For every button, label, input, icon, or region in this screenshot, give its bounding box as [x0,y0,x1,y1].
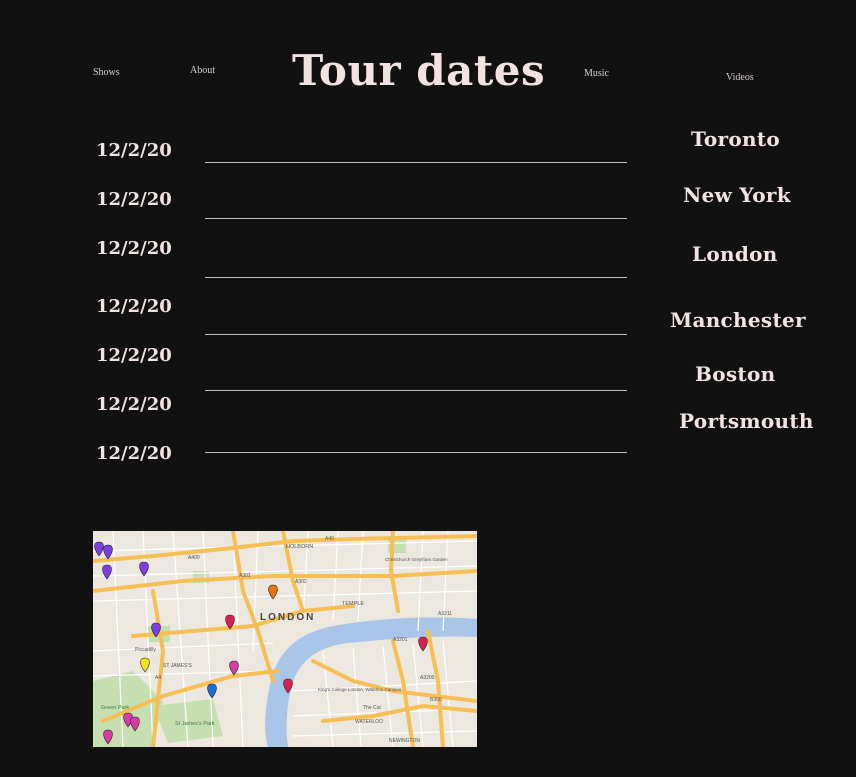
map-label-kings-college: King's College London, Waterloo Campus [318,687,402,692]
road-a3211: A3211 [438,611,452,617]
map-label-newington: NEWINGTON [389,738,420,744]
divider [205,390,627,391]
map-label-christchurch: Christchurch Greyfriars Garden [385,557,448,562]
road-b300: B300 [430,697,442,703]
map-label-waterloo: WATERLOO [355,719,383,725]
divider [205,162,627,163]
divider [205,334,627,335]
page-title: Tour dates [292,46,546,95]
road-a3201: A3201 [393,637,408,643]
tour-city: New York [683,183,791,207]
map-label-st-james: ST JAMES'S [163,663,192,669]
map-label-temple: TEMPLE [342,601,364,607]
divider [205,218,627,219]
tour-date: 12/2/20 [96,296,172,317]
map-label-the-cut: The Cut [363,705,381,711]
road-a4: A4 [155,675,161,681]
map-city-label: LONDON [260,612,315,623]
tour-city: London [692,242,778,266]
nav-about[interactable]: About [190,65,215,76]
tour-city: Portsmouth [679,409,814,433]
tour-date: 12/2/20 [96,345,172,366]
road-a3200: A3200 [420,675,435,681]
nav-shows[interactable]: Shows [93,67,120,78]
tour-city: Manchester [670,308,806,332]
tour-date: 12/2/20 [96,394,172,415]
divider [205,452,627,453]
map-label-piccadilly: Piccadilly [135,647,156,653]
nav-videos[interactable]: Videos [726,72,754,83]
map-label-st-james-park: St James's Park [175,721,215,727]
tour-city: Boston [695,362,776,386]
map-canvas[interactable]: LONDON HOLBORN TEMPLE ST JAMES'S St Jame… [93,531,477,747]
divider [205,277,627,278]
road-a40: A40 [325,536,334,542]
tour-map[interactable]: LONDON HOLBORN TEMPLE ST JAMES'S St Jame… [93,531,477,747]
tour-date: 12/2/20 [96,238,172,259]
tour-date: 12/2/20 [96,140,172,161]
tour-city: Toronto [691,127,781,151]
road-a400: A400 [188,555,200,561]
tour-date: 12/2/20 [96,189,172,210]
road-a301: A301 [239,573,251,579]
map-label-holborn: HOLBORN [286,544,313,550]
nav-music[interactable]: Music [584,68,609,79]
map-label-green-park: Green Park [101,705,129,711]
tour-date: 12/2/20 [96,443,172,464]
road-a302: A302 [295,579,307,585]
